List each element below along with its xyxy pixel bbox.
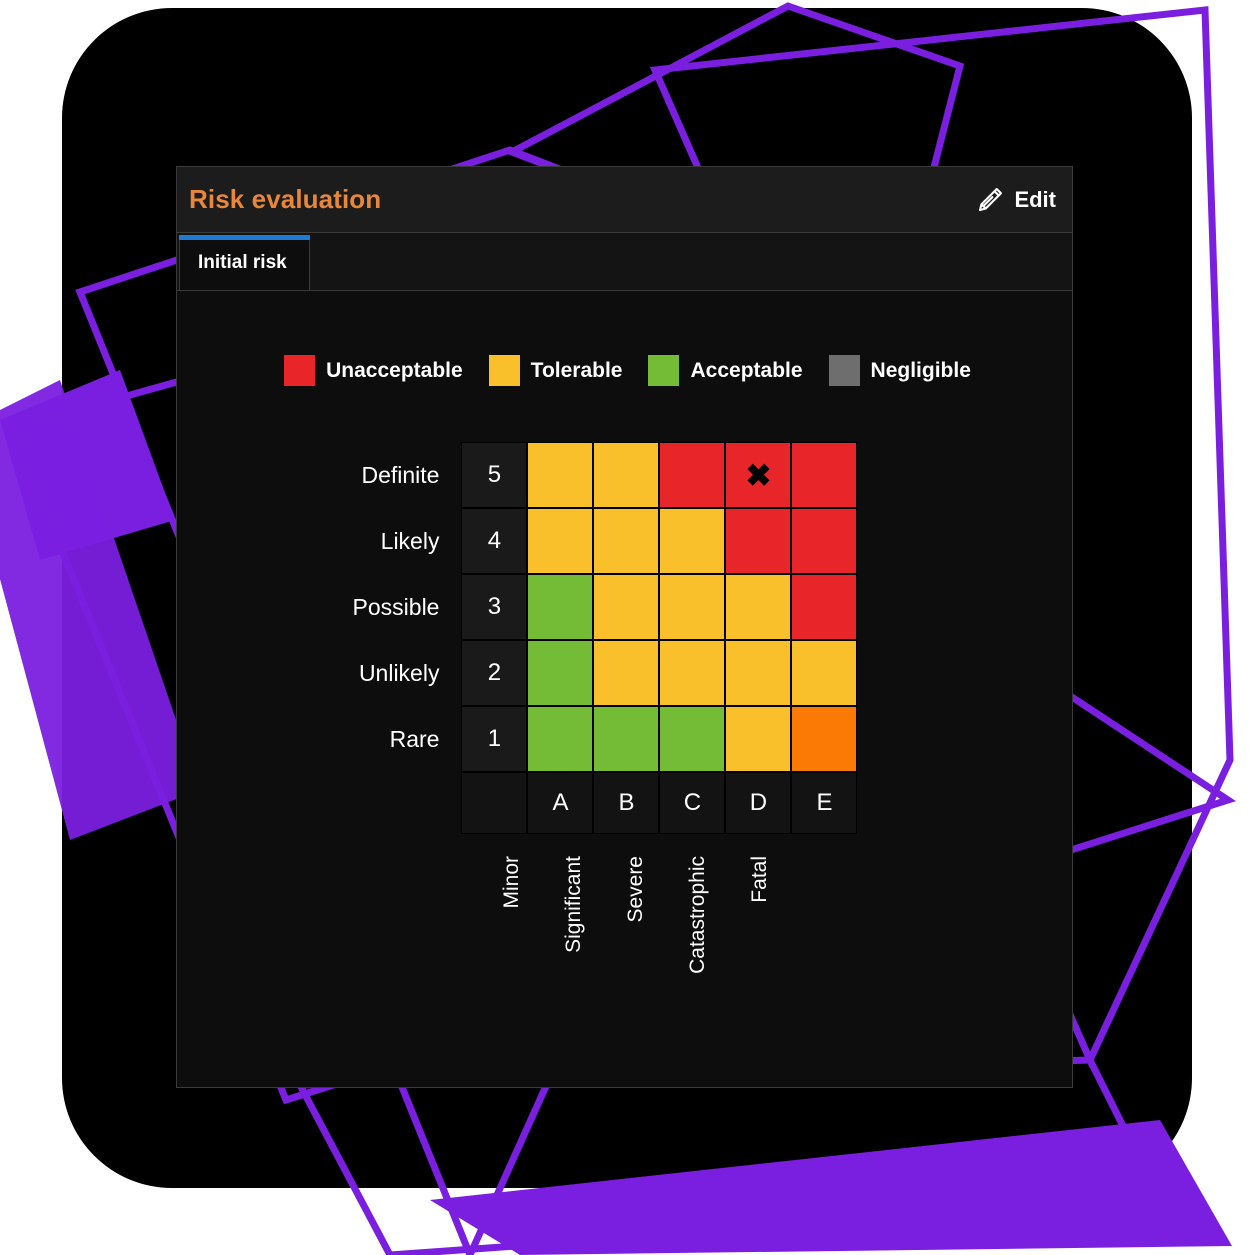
likelihood-row-label: Likely [380, 527, 440, 554]
risk-cell-C2[interactable] [659, 640, 726, 706]
legend-item: Unacceptable [284, 355, 463, 386]
edit-button[interactable]: Edit [973, 181, 1058, 219]
risk-cell-E3[interactable] [791, 574, 858, 640]
selected-risk-marker-icon: ✖ [745, 457, 772, 493]
severity-axis-label-text: Significant [561, 856, 585, 953]
likelihood-index-cell: 5 [461, 442, 528, 508]
edit-button-label: Edit [1014, 186, 1056, 212]
tab-initial-risk[interactable]: Initial risk [179, 235, 310, 290]
pencil-icon [975, 185, 1005, 215]
legend-swatch [828, 355, 860, 386]
risk-cell-C1[interactable] [659, 706, 726, 772]
likelihood-row-label: Definite [361, 461, 440, 488]
severity-letter-cell: D [725, 772, 792, 834]
risk-cell-B3[interactable] [593, 574, 660, 640]
legend-label: Acceptable [690, 358, 803, 382]
matrix-row: Unlikely 2 [352, 640, 858, 706]
risk-cell-D1[interactable] [725, 706, 792, 772]
matrix-corner-cell [461, 772, 528, 834]
risk-cell-E2[interactable] [791, 640, 858, 706]
screenshot-stage: Risk evaluation Edit Initial risk Unacce… [0, 0, 1250, 1255]
matrix-row: Definite 5 ✖ [352, 442, 858, 508]
risk-matrix: Definite 5 ✖ Likely 4 Possible 3 Unlikely 2 Rare 1… [352, 442, 858, 834]
severity-axis-label: Fatal [729, 856, 791, 974]
risk-matrix-container: Definite 5 ✖ Likely 4 Possible 3 Unlikely 2 Rare 1… [177, 442, 1072, 834]
risk-cell-A2[interactable] [527, 640, 594, 706]
risk-cell-A1[interactable] [527, 706, 594, 772]
matrix-label-spacer [352, 772, 462, 834]
risk-cell-C3[interactable] [659, 574, 726, 640]
severity-letter-cell: E [791, 772, 858, 834]
risk-cell-B5[interactable] [593, 442, 660, 508]
legend-swatch [488, 355, 520, 386]
risk-cell-D3[interactable] [725, 574, 792, 640]
risk-evaluation-panel: Risk evaluation Edit Initial risk Unacce… [176, 166, 1073, 1088]
severity-axis-label: Catastrophic [667, 856, 729, 974]
severity-axis-label-text: Fatal [747, 856, 771, 903]
panel-header: Risk evaluation Edit [177, 167, 1072, 233]
severity-letter-cell: A [527, 772, 594, 834]
risk-cell-D4[interactable] [725, 508, 792, 574]
tab-strip: Initial risk [177, 233, 1072, 291]
legend-swatch [284, 355, 316, 386]
risk-legend: Unacceptable Tolerable Acceptable Negligibl… [177, 355, 1072, 386]
likelihood-row-label: Unlikely [358, 659, 440, 686]
matrix-row: Possible 3 [352, 574, 858, 640]
severity-letter-cell: B [593, 772, 660, 834]
severity-axis-label: Minor [481, 856, 543, 974]
severity-axis-label: Severe [605, 856, 667, 974]
risk-cell-B1[interactable] [593, 706, 660, 772]
likelihood-row-label: Rare [389, 725, 440, 752]
likelihood-index-cell: 2 [461, 640, 528, 706]
matrix-letter-row: ABCDE [352, 772, 858, 834]
legend-label: Unacceptable [326, 358, 463, 382]
tab-label: Initial risk [198, 252, 287, 273]
likelihood-index-cell: 3 [461, 574, 528, 640]
legend-item: Tolerable [488, 355, 623, 386]
risk-cell-E4[interactable] [791, 508, 858, 574]
severity-axis-label-text: Minor [499, 856, 523, 909]
risk-cell-D2[interactable] [725, 640, 792, 706]
risk-cell-A5[interactable] [527, 442, 594, 508]
severity-axis-spacer [419, 856, 481, 974]
risk-cell-E5[interactable] [791, 442, 858, 508]
risk-cell-B4[interactable] [593, 508, 660, 574]
likelihood-index-cell: 1 [461, 706, 528, 772]
severity-axis-labels: Minor Significant Severe Catastrophic Fatal [177, 856, 1072, 974]
page-title: Risk evaluation [189, 184, 382, 214]
legend-swatch [648, 355, 680, 386]
legend-label: Negligible [870, 358, 971, 382]
risk-cell-A4[interactable] [527, 508, 594, 574]
legend-item: Acceptable [648, 355, 803, 386]
severity-letter-cell: C [659, 772, 726, 834]
risk-cell-D5[interactable]: ✖ [725, 442, 792, 508]
risk-cell-A3[interactable] [527, 574, 594, 640]
risk-cell-C4[interactable] [659, 508, 726, 574]
severity-axis-label-text: Catastrophic [685, 856, 709, 974]
legend-label: Tolerable [530, 358, 623, 382]
severity-axis-label: Significant [543, 856, 605, 974]
risk-cell-E1[interactable] [791, 706, 858, 772]
risk-cell-C5[interactable] [659, 442, 726, 508]
likelihood-index-cell: 4 [461, 508, 528, 574]
matrix-row: Likely 4 [352, 508, 858, 574]
likelihood-row-label: Possible [352, 593, 440, 620]
legend-item: Negligible [828, 355, 971, 386]
severity-axis-label-text: Severe [623, 856, 647, 923]
risk-cell-B2[interactable] [593, 640, 660, 706]
matrix-row: Rare 1 [352, 706, 858, 772]
